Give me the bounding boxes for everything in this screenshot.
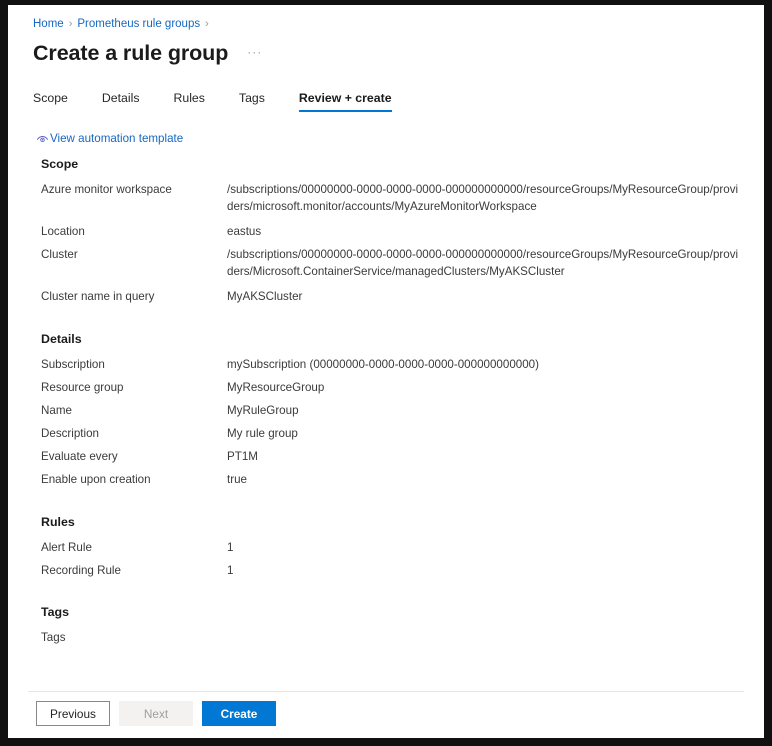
summary-value: true [227, 473, 247, 486]
summary-key: Tags [41, 631, 66, 644]
breadcrumb-separator-icon: › [68, 18, 73, 30]
summary-key: Location [41, 225, 85, 238]
summary-row-azure-monitor-workspace: Azure monitor workspace /subscriptions/0… [8, 180, 764, 215]
summary-key: Cluster [41, 248, 78, 261]
section-table-details: Subscription mySubscription (00000000-00… [8, 355, 764, 488]
section-table-scope: Azure monitor workspace /subscriptions/0… [8, 180, 764, 305]
summary-value: eastus [227, 225, 262, 238]
summary-key: Azure monitor workspace [41, 183, 172, 196]
summary-key: Enable upon creation [41, 473, 151, 486]
summary-row-cluster: Cluster /subscriptions/00000000-0000-000… [8, 245, 764, 280]
tab-tags[interactable]: Tags [239, 91, 265, 112]
more-options-icon[interactable]: ··· [244, 38, 265, 66]
section-heading-scope: Scope [41, 157, 79, 171]
summary-value: MyResourceGroup [227, 381, 325, 394]
summary-key: Cluster name in query [41, 290, 155, 303]
summary-key: Resource group [41, 381, 124, 394]
summary-key: Description [41, 427, 99, 440]
summary-value: My rule group [227, 427, 298, 440]
create-rule-group-blade: Home › Prometheus rule groups › Create a ru… [8, 5, 764, 738]
breadcrumb-item-home[interactable]: Home [33, 18, 64, 30]
summary-value: 1 [227, 541, 234, 554]
summary-value: mySubscription (00000000-0000-0000-0000-… [227, 358, 539, 371]
summary-row-name: Name MyRuleGroup [8, 401, 764, 419]
breadcrumb-separator-icon: › [205, 18, 209, 30]
summary-row-cluster-name-in-query: Cluster name in query MyAKSCluster [8, 287, 764, 305]
summary-value [227, 628, 764, 629]
section-heading-details: Details [41, 332, 82, 346]
tab-scope[interactable]: Scope [33, 91, 68, 112]
summary-key: Subscription [41, 358, 105, 371]
tab-tags-label: Tags [238, 91, 265, 105]
summary-row-recording-rule: Recording Rule 1 [8, 561, 764, 579]
section-heading-tags: Tags [41, 605, 69, 619]
summary-row-description: Description My rule group [8, 424, 764, 442]
tab-review-create[interactable]: Review + create [298, 91, 392, 112]
summary-key: Alert Rule [41, 541, 92, 554]
view-template-icon [36, 135, 49, 142]
summary-row-alert-rule: Alert Rule 1 [8, 538, 764, 556]
create-button[interactable]: Create [202, 701, 276, 726]
summary-value: /subscriptions/00000000-0000-0000-0000-0… [227, 183, 739, 213]
summary-row-location: Location eastus [8, 222, 764, 240]
summary-row-evaluate-every: Evaluate every PT1M [8, 447, 764, 465]
summary-value: /subscriptions/00000000-0000-0000-0000-0… [227, 248, 739, 278]
title-row: Create a rule group ··· [33, 38, 265, 67]
breadcrumb: Home › Prometheus rule groups › [33, 16, 214, 32]
view-automation-template-label: View automation template [50, 132, 184, 145]
summary-value: 1 [227, 564, 234, 577]
tab-details-label: Details [101, 91, 140, 105]
review-summary: Scope Azure monitor workspace /subscript… [8, 157, 764, 646]
window-frame: Home › Prometheus rule groups › Create a ru… [0, 0, 772, 746]
summary-row-subscription: Subscription mySubscription (00000000-00… [8, 355, 764, 373]
view-automation-template-link[interactable]: View automation template [36, 132, 183, 146]
page-title: Create a rule group [33, 40, 229, 65]
tab-review-create-label: Review + create [298, 91, 392, 105]
summary-row-enable-upon-creation: Enable upon creation true [8, 470, 764, 488]
summary-value: PT1M [227, 450, 258, 463]
section-table-tags: Tags [8, 628, 764, 646]
breadcrumb-item-prometheus-rule-groups[interactable]: Prometheus rule groups [77, 18, 200, 30]
summary-value: MyRuleGroup [227, 404, 299, 417]
next-button: Next [119, 701, 193, 726]
wizard-tabs: Scope Details Rules Tags Review + create [33, 91, 426, 117]
summary-value: MyAKSCluster [227, 290, 303, 303]
summary-row-resource-group: Resource group MyResourceGroup [8, 378, 764, 396]
tab-rules-label: Rules [173, 91, 205, 105]
tab-scope-label: Scope [33, 91, 68, 105]
summary-row-tags: Tags [8, 628, 764, 646]
wizard-footer: Previous Next Create [36, 701, 285, 726]
section-heading-rules: Rules [41, 515, 75, 529]
summary-key: Evaluate every [41, 450, 118, 463]
summary-key: Name [41, 404, 72, 417]
summary-key: Recording Rule [41, 564, 121, 577]
section-table-rules: Alert Rule 1 Recording Rule 1 [8, 538, 764, 579]
footer-divider [28, 691, 744, 692]
previous-button[interactable]: Previous [36, 701, 110, 726]
tab-rules[interactable]: Rules [173, 91, 204, 112]
tab-details[interactable]: Details [102, 91, 140, 112]
